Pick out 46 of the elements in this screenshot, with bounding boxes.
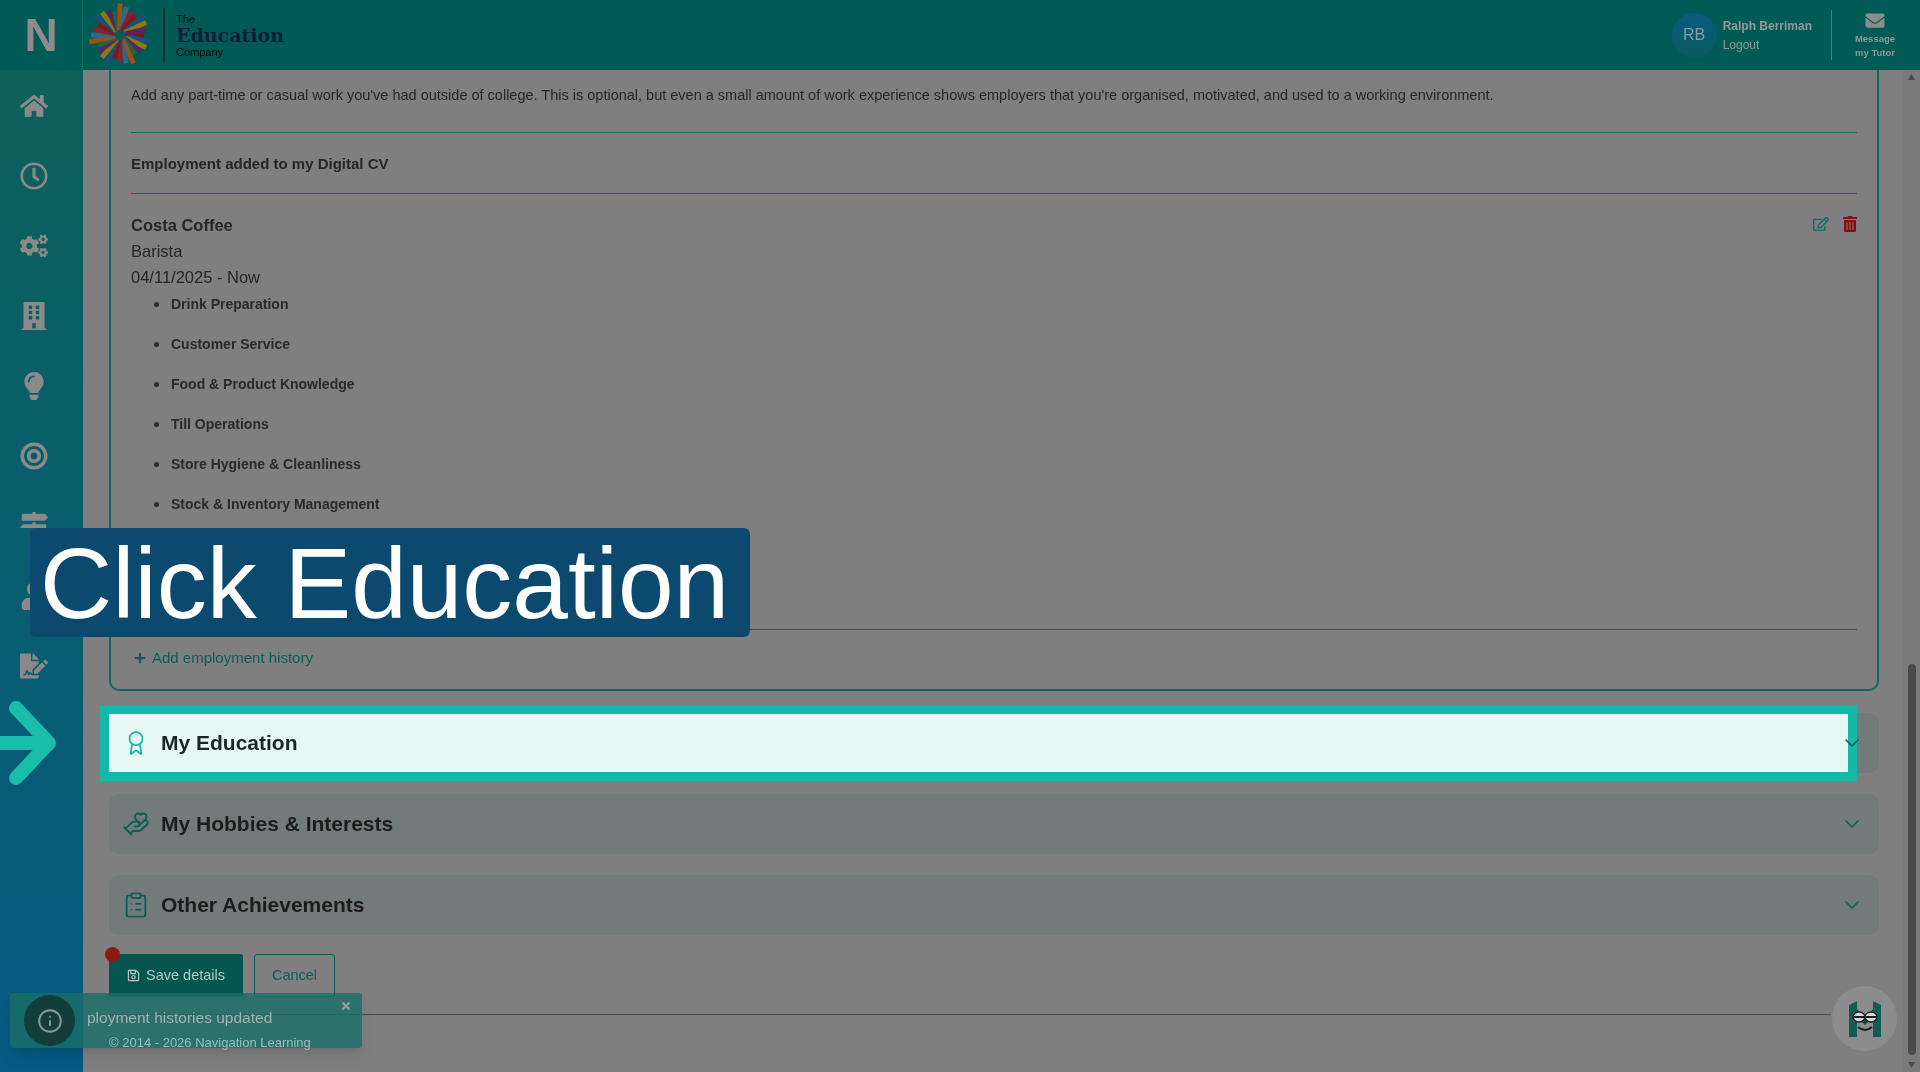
skill-item: Stock & Inventory Management [171, 495, 380, 514]
logout-link[interactable]: Logout [1722, 37, 1760, 52]
section-heading: Employment added to my Digital CV [131, 154, 390, 174]
message-tutor-button[interactable]: Message my Tutor [1852, 10, 1898, 60]
bullet-icon [154, 501, 159, 507]
target-icon[interactable] [20, 442, 48, 470]
home-icon[interactable] [20, 92, 48, 120]
info-icon [24, 995, 75, 1046]
intro-text: Add any part-time or casual work you've had outside of college. This is optional, but even a small amount of work experience shows employers that you're organised, motivated, and used to a working environment. [131, 86, 1495, 105]
logo-caption: Company [176, 45, 225, 58]
user-name: Ralph Berriman [1722, 18, 1812, 33]
skill-item: Store Hygiene & Cleanliness [171, 455, 361, 474]
gears-icon[interactable] [20, 232, 48, 260]
delete-icon[interactable] [1843, 216, 1857, 232]
user-avatar[interactable]: RB [1671, 12, 1717, 58]
skill-item: Customer Service [171, 335, 291, 354]
building-icon[interactable] [20, 302, 48, 330]
copyright-text: © 2014 - 2026 Navigation Learning [109, 1034, 311, 1052]
close-icon[interactable] [340, 1000, 352, 1012]
hand-heart-icon [122, 810, 150, 838]
employment-dates: 04/11/2025 - Now [131, 267, 261, 288]
bullet-icon [154, 461, 159, 467]
tutorial-caption: Click Education [30, 528, 750, 637]
job-title: Barista [131, 241, 183, 262]
bullet-icon [154, 381, 159, 387]
skill-item: Food & Product Knowledge [171, 375, 355, 394]
signpost-icon[interactable] [20, 512, 48, 528]
logo-caption: The [176, 12, 196, 25]
logo-title: Education [176, 24, 284, 46]
add-employment-link[interactable]: Add employment history [134, 648, 313, 668]
clock-icon[interactable] [20, 162, 48, 190]
bullet-icon [154, 301, 159, 307]
skill-item: Drink Preparation [171, 295, 289, 314]
employer-name: Costa Coffee [131, 215, 233, 236]
save-icon [127, 969, 140, 982]
arrow-icon [0, 700, 56, 786]
edit-icon[interactable] [1813, 216, 1829, 232]
file-pen-icon[interactable] [20, 652, 48, 680]
accordion-header[interactable]: Other Achievements [109, 875, 1879, 935]
toast-message: ployment histories updated [87, 1008, 273, 1028]
plus-icon [134, 652, 146, 664]
accordion-header[interactable]: My Hobbies & Interests [109, 794, 1879, 854]
brand-logo[interactable]: N [24, 12, 58, 58]
skill-item: Till Operations [171, 415, 269, 434]
bullet-icon [154, 421, 159, 427]
bullet-icon [154, 341, 159, 347]
